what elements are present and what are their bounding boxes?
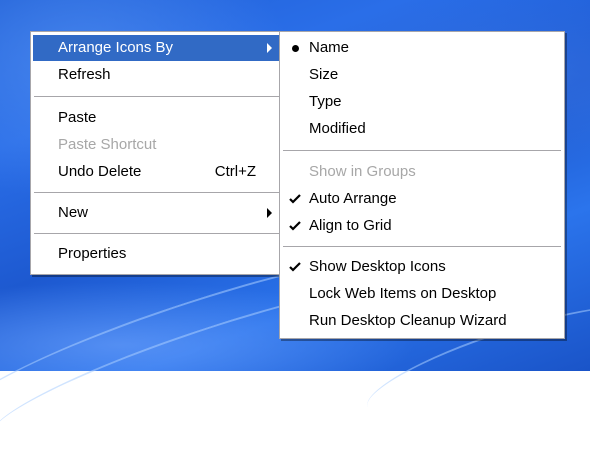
checkmark-icon — [289, 262, 301, 272]
menu-item-label: Run Desktop Cleanup Wizard — [309, 312, 507, 329]
menu-separator — [283, 246, 561, 247]
menu-item-arrange-icons-by[interactable]: Arrange Icons By — [33, 35, 280, 61]
submenu-item-size[interactable]: Size — [282, 62, 562, 88]
desktop-context-menu: Arrange Icons By Refresh Paste Paste Sho… — [30, 31, 283, 275]
menu-separator — [34, 96, 279, 97]
menu-item-new[interactable]: New — [33, 200, 280, 226]
submenu-item-modified[interactable]: Modified — [282, 116, 562, 142]
submenu-item-desktop-cleanup-wizard[interactable]: Run Desktop Cleanup Wizard — [282, 308, 562, 334]
menu-item-label: Show in Groups — [309, 163, 416, 180]
submenu-item-show-desktop-icons[interactable]: Show Desktop Icons — [282, 254, 562, 280]
submenu-item-type[interactable]: Type — [282, 89, 562, 115]
menu-item-label: Size — [309, 66, 339, 83]
submenu-item-align-to-grid[interactable]: Align to Grid — [282, 213, 562, 239]
submenu-item-name[interactable]: Name — [282, 35, 562, 61]
menu-item-undo-delete[interactable]: Undo Delete Ctrl+Z — [33, 159, 280, 185]
submenu-item-show-in-groups: Show in Groups — [282, 159, 562, 185]
menu-separator — [34, 233, 279, 234]
menu-item-label: Refresh — [58, 66, 111, 83]
submenu-arrow-icon — [267, 43, 272, 53]
menu-item-shortcut: Ctrl+Z — [214, 163, 256, 180]
menu-item-label: Type — [309, 93, 342, 110]
menu-item-label: Lock Web Items on Desktop — [309, 285, 497, 302]
menu-separator — [34, 192, 279, 193]
submenu-arrow-icon — [267, 208, 272, 218]
radio-bullet-icon — [292, 45, 299, 52]
menu-item-label: Paste — [58, 109, 97, 126]
checkmark-icon — [289, 194, 301, 204]
menu-item-label: Modified — [309, 120, 366, 137]
menu-item-refresh[interactable]: Refresh — [33, 62, 280, 88]
menu-item-label: Properties — [58, 245, 127, 262]
menu-item-label: Arrange Icons By — [58, 39, 174, 56]
menu-item-paste[interactable]: Paste — [33, 105, 280, 131]
menu-item-label: Paste Shortcut — [58, 136, 157, 153]
submenu-item-auto-arrange[interactable]: Auto Arrange — [282, 186, 562, 212]
menu-separator — [283, 150, 561, 151]
menu-item-label: Name — [309, 39, 350, 56]
menu-item-label: Auto Arrange — [309, 190, 397, 207]
menu-item-label: Align to Grid — [309, 217, 392, 234]
menu-item-properties[interactable]: Properties — [33, 241, 280, 267]
arrange-icons-submenu: Name Size Type Modified Show in Groups A… — [279, 31, 565, 339]
menu-item-paste-shortcut: Paste Shortcut — [33, 132, 280, 158]
submenu-item-lock-web-items[interactable]: Lock Web Items on Desktop — [282, 281, 562, 307]
menu-item-label: New — [58, 204, 89, 221]
menu-item-label: Show Desktop Icons — [309, 258, 446, 275]
menu-item-label: Undo Delete — [58, 163, 142, 180]
checkmark-icon — [289, 221, 301, 231]
